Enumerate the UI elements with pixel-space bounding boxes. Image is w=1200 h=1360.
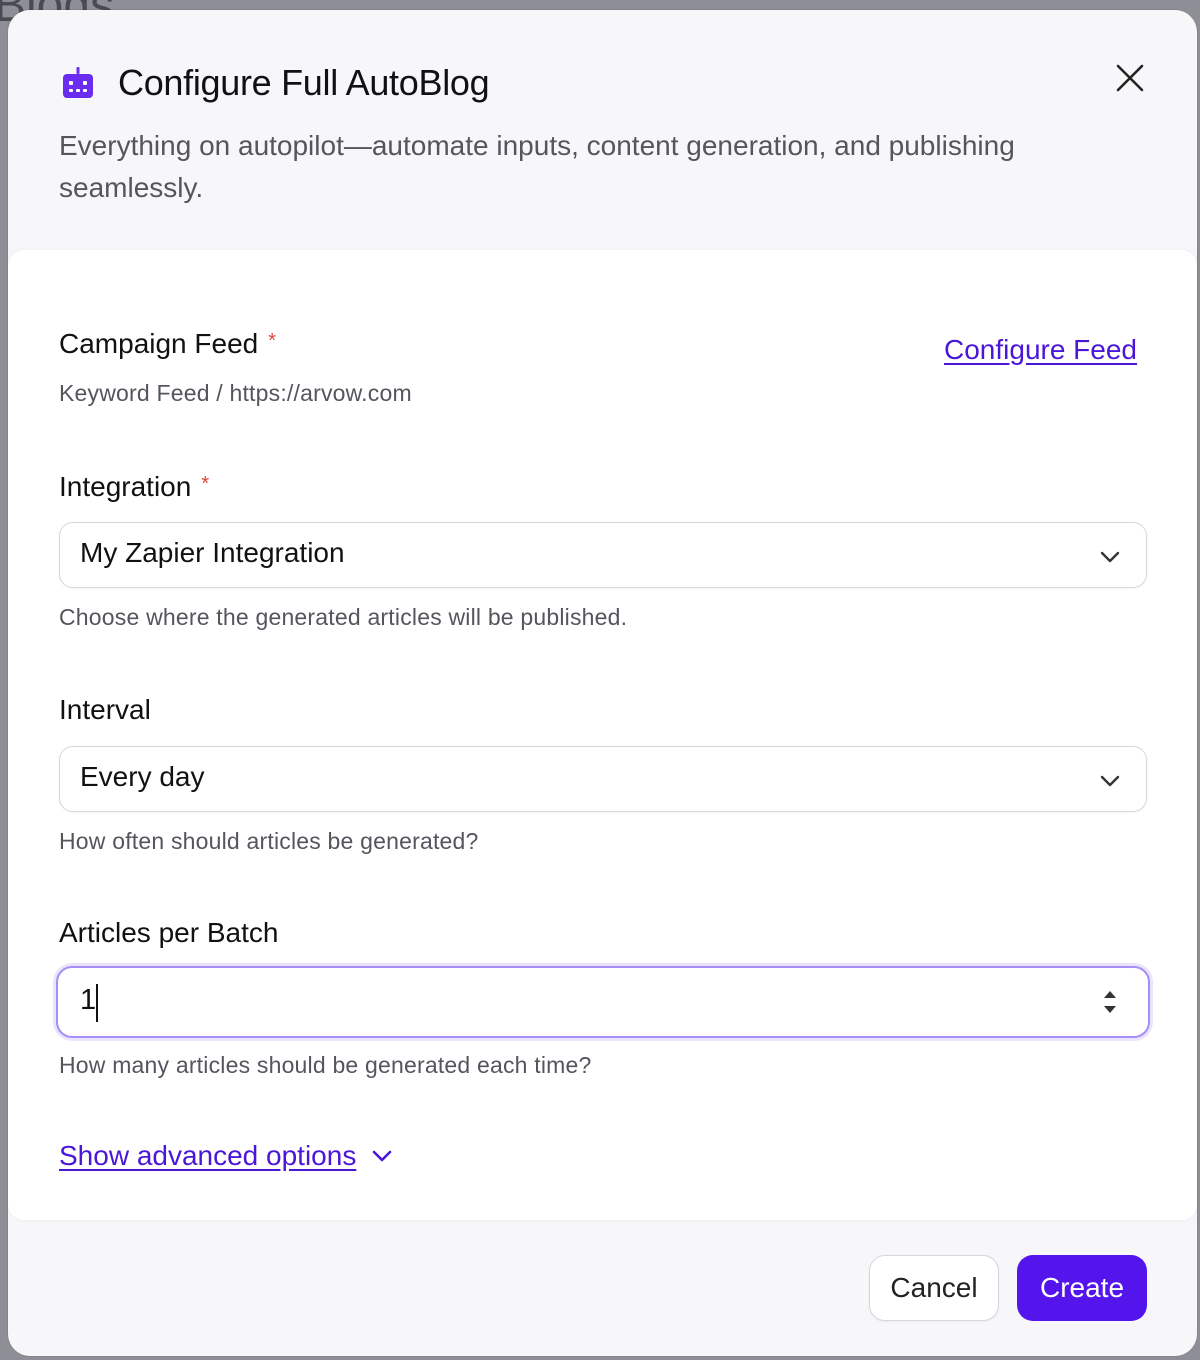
dialog-footer: Cancel Create [8,1220,1197,1356]
integration-label: Integration * [59,471,209,503]
text-cursor [96,984,98,1022]
configure-autoblog-dialog: Configure Full AutoBlog Everything on au… [8,10,1197,1356]
dialog-title-row: Configure Full AutoBlog [60,62,490,104]
configure-feed-link[interactable]: Configure Feed [944,334,1137,366]
interval-selected-value: Every day [80,761,205,792]
chevron-down-icon[interactable] [370,1144,394,1168]
campaign-feed-value: Keyword Feed / https://arvow.com [59,380,412,406]
close-button[interactable] [1112,60,1148,96]
show-advanced-options-link[interactable]: Show advanced options [59,1140,356,1172]
dialog-header: Configure Full AutoBlog Everything on au… [8,10,1197,248]
dialog-body: Campaign Feed * Configure Feed Keyword Fe… [8,250,1197,1220]
dialog-subtitle: Everything on autopilot—automate inputs,… [59,130,1015,203]
campaign-feed-label: Campaign Feed * [59,328,276,360]
chevron-down-icon [1100,551,1120,563]
close-icon[interactable] [1115,63,1145,93]
articles-per-batch-label: Articles per Batch [59,917,279,948]
integration-label-text: Integration [59,471,192,502]
number-stepper-icon[interactable] [1096,982,1124,1022]
cancel-button[interactable]: Cancel [869,1255,999,1321]
dialog-title: Configure Full AutoBlog [118,62,490,103]
integration-select[interactable]: My Zapier Integration [59,522,1147,588]
articles-per-batch-value: 1 [80,984,97,1016]
robot-icon [63,67,93,98]
articles-per-batch-input[interactable]: 1 [56,966,1150,1038]
required-asterisk: * [268,330,277,352]
interval-help: How often should articles be generated? [59,828,479,854]
create-button[interactable]: Create [1017,1255,1147,1321]
required-asterisk: * [201,473,210,495]
show-advanced-options-toggle[interactable]: Show advanced options [59,1140,394,1172]
integration-selected-value: My Zapier Integration [80,537,345,568]
articles-per-batch-help: How many articles should be generated ea… [59,1052,592,1078]
integration-help: Choose where the generated articles will… [59,604,628,630]
campaign-feed-label-text: Campaign Feed [59,328,259,359]
interval-select[interactable]: Every day [59,746,1147,812]
interval-label: Interval [59,694,151,725]
chevron-down-icon [1100,775,1120,787]
